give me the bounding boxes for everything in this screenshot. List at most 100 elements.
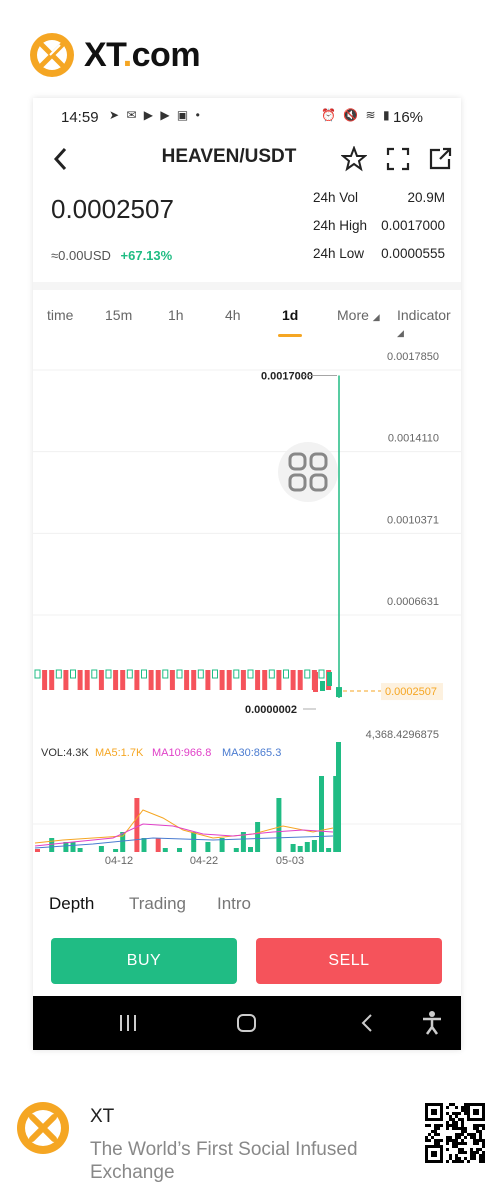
qr-module — [449, 1136, 452, 1139]
qr-module — [482, 1157, 485, 1160]
back-icon[interactable] — [359, 1012, 375, 1034]
qr-module — [455, 1136, 458, 1139]
qr-module — [446, 1112, 449, 1115]
candle — [148, 670, 154, 690]
fullscreen-icon[interactable] — [385, 146, 411, 172]
notification-icons: ➤ ✉ ▶ ▶ ▣ • — [109, 108, 202, 122]
qr-module — [452, 1160, 455, 1163]
volume-bar — [98, 846, 104, 852]
qr-module — [449, 1124, 452, 1127]
qr-module — [473, 1157, 476, 1160]
qr-module — [479, 1130, 482, 1133]
qr-module — [464, 1109, 467, 1112]
candle — [42, 670, 48, 690]
qr-module — [428, 1124, 431, 1127]
qr-module — [428, 1139, 431, 1142]
qr-module — [479, 1124, 482, 1127]
candle — [34, 669, 41, 679]
qr-module — [431, 1130, 434, 1133]
volume-bar — [134, 798, 140, 852]
qr-module — [425, 1139, 428, 1142]
candle — [162, 669, 169, 679]
qr-module — [479, 1154, 482, 1157]
brand-header: XT.com — [28, 30, 201, 80]
qr-module — [458, 1127, 461, 1130]
tab-15m[interactable]: 15m — [105, 307, 132, 323]
qr-module — [482, 1151, 485, 1154]
candle — [313, 672, 318, 692]
tab-1h[interactable]: 1h — [168, 307, 184, 323]
qr-module — [458, 1112, 461, 1115]
volume-bar — [205, 842, 211, 852]
qr-module — [434, 1124, 437, 1127]
tab-4h[interactable]: 4h — [225, 307, 241, 323]
qr-module — [482, 1124, 485, 1127]
qr-module — [440, 1139, 443, 1142]
tab-depth[interactable]: Depth — [49, 894, 94, 914]
buy-button[interactable]: BUY — [51, 938, 237, 984]
info-tabs: Depth Trading Intro — [33, 882, 461, 926]
y-tick-label: 0.0017850 — [387, 351, 439, 363]
candle — [276, 670, 282, 690]
tab-1d[interactable]: 1d — [282, 307, 298, 323]
sell-button[interactable]: SELL — [256, 938, 442, 984]
qr-module — [446, 1106, 449, 1109]
volume-bar — [276, 798, 282, 852]
qr-module — [437, 1142, 440, 1145]
qr-module — [476, 1124, 479, 1127]
candle — [212, 669, 218, 679]
qr-module — [455, 1139, 458, 1142]
qr-module — [458, 1136, 461, 1139]
qr-module — [461, 1106, 464, 1109]
recent-apps-icon[interactable] — [117, 1012, 139, 1034]
qr-module — [461, 1160, 464, 1163]
qr-code-icon[interactable] — [425, 1103, 485, 1163]
accessibility-icon[interactable] — [421, 1010, 443, 1036]
qr-module — [428, 1133, 431, 1136]
volume-bar — [319, 776, 324, 852]
candle — [297, 670, 303, 690]
qr-module — [461, 1118, 464, 1121]
price-chart[interactable]: 0.0017850 0.0014110 0.0010371 0.0006631 0.00… — [33, 338, 461, 868]
star-icon[interactable] — [341, 146, 367, 172]
x-tick-label: 05-03 — [276, 855, 304, 867]
xt-footer-logo-icon — [17, 1102, 69, 1154]
qr-module — [461, 1130, 464, 1133]
qr-module — [476, 1151, 479, 1154]
share-icon[interactable] — [427, 146, 453, 172]
footer-brand-name: XT — [90, 1106, 115, 1127]
volume-bar — [155, 838, 161, 852]
volume-bar — [248, 847, 253, 852]
candle — [255, 670, 261, 690]
candle — [320, 681, 325, 691]
volume-bar — [162, 848, 168, 852]
qr-module — [449, 1154, 452, 1157]
tab-intro[interactable]: Intro — [217, 894, 251, 914]
qr-module — [452, 1112, 455, 1115]
qr-module — [464, 1112, 467, 1115]
qr-module — [449, 1118, 452, 1121]
tab-indicator[interactable]: Indicator ◢ — [397, 307, 461, 339]
qr-module — [479, 1139, 482, 1142]
tab-trading[interactable]: Trading — [129, 894, 186, 914]
qr-finder — [431, 1109, 437, 1115]
y-tick-label: 0.0014110 — [388, 433, 439, 445]
home-icon[interactable] — [235, 1012, 259, 1034]
qr-module — [452, 1103, 455, 1106]
tab-more[interactable]: More ◢ — [337, 307, 380, 323]
qr-module — [452, 1139, 455, 1142]
qr-module — [482, 1127, 485, 1130]
qr-module — [434, 1139, 437, 1142]
qr-module — [473, 1151, 476, 1154]
qr-module — [473, 1133, 476, 1136]
qr-module — [446, 1148, 449, 1151]
layout-toggle-button[interactable] — [278, 442, 338, 502]
qr-module — [455, 1154, 458, 1157]
candle — [126, 669, 133, 679]
candle — [226, 670, 232, 690]
qr-finder — [473, 1109, 479, 1115]
tab-time[interactable]: time — [47, 307, 73, 323]
candle — [91, 669, 98, 679]
candle — [304, 669, 311, 679]
qr-module — [437, 1139, 440, 1142]
